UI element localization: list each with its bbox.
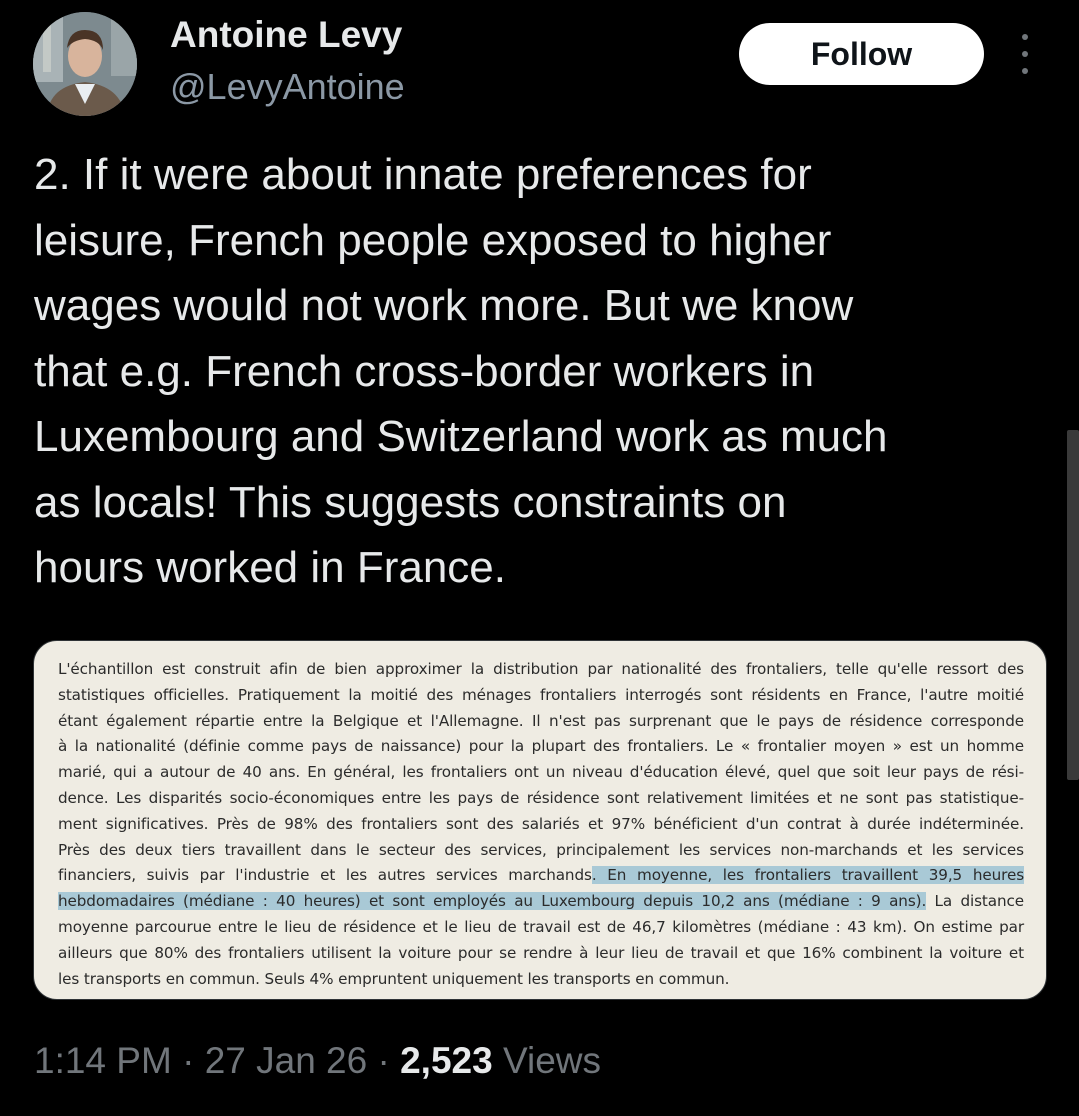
tweet-image[interactable]: L'échantillon est construit afin de bien… [33, 640, 1047, 1000]
doc-line: ment significatives. Près de 98% des fro… [58, 814, 1024, 833]
doc-line: financiers, suivis par l'industrie et le… [58, 863, 1024, 889]
tweet-time[interactable]: 1:14 PM [34, 1040, 172, 1081]
follow-button[interactable]: Follow [739, 23, 984, 85]
doc-line: les transports en commun. Seuls 4% empru… [58, 969, 730, 988]
avatar[interactable] [33, 12, 137, 116]
doc-line: moyenne parcourue entre le lieu de résid… [58, 917, 1024, 936]
doc-line: Près des deux tiers travaillent dans le … [58, 840, 1024, 859]
doc-line: dence. Les disparités socio-économiques … [58, 788, 1024, 807]
more-dot [1022, 34, 1028, 40]
separator: · [171, 1040, 205, 1081]
highlighted-text: . En moyenne, les frontaliers travaillen… [591, 866, 1025, 885]
more-vertical-icon[interactable] [1012, 34, 1038, 74]
doc-line: statistiques officielles. Pratiquement l… [58, 685, 1024, 704]
doc-line: à la nationalité (définie comme pays de … [58, 737, 1024, 756]
tweet-header: Antoine Levy @LevyAntoine Follow [0, 0, 1079, 130]
author-name[interactable]: Antoine Levy [170, 14, 402, 56]
document-excerpt: L'échantillon est construit afin de bien… [58, 657, 1024, 992]
avatar-photo [33, 12, 137, 116]
author-handle[interactable]: @LevyAntoine [170, 66, 405, 108]
views-label: Views [492, 1040, 602, 1081]
doc-text: La distance [926, 892, 1025, 911]
doc-line: marié, qui a autour de 40 ans. En généra… [58, 763, 1024, 782]
views-count: 2,523 [400, 1040, 493, 1081]
doc-line: L'échantillon est construit afin de bien… [58, 660, 1024, 678]
more-dot [1022, 68, 1028, 74]
tweet-date[interactable]: 27 Jan 26 [205, 1040, 368, 1081]
doc-line: ailleurs que 80% des frontaliers utilise… [58, 943, 1024, 962]
tweet-metadata: 1:14 PM · 27 Jan 26 · 2,523 Views [34, 1040, 601, 1082]
doc-text: financiers, suivis par l'industrie et le… [58, 866, 592, 885]
more-dot [1022, 51, 1028, 57]
highlighted-text: hebdomadaires (médiane : 40 heures) et s… [58, 892, 927, 911]
doc-line: étant également répartie entre la Belgiq… [58, 711, 1024, 730]
doc-line: hebdomadaires (médiane : 40 heures) et s… [58, 889, 1024, 915]
separator: · [367, 1040, 401, 1081]
tweet-text: 2. If it were about innate preferences f… [34, 150, 888, 592]
scrollbar[interactable] [1067, 430, 1079, 780]
